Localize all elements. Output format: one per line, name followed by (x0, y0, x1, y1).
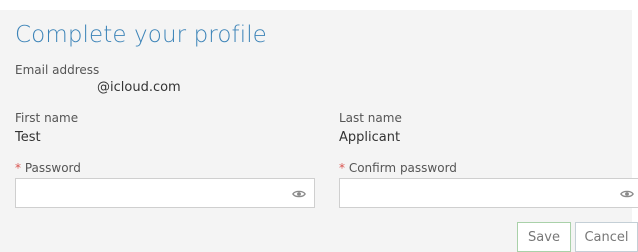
password-label-text: Password (24, 161, 81, 175)
password-input[interactable] (16, 179, 314, 207)
required-marker: * (339, 161, 345, 175)
password-field[interactable] (15, 178, 315, 208)
last-name-value: Applicant (339, 130, 401, 145)
required-marker: * (15, 161, 21, 175)
confirm-password-label-text: Confirm password (348, 161, 457, 175)
email-value: @icloud.com (97, 80, 181, 95)
first-name-label: First name (15, 111, 79, 125)
confirm-password-field[interactable] (339, 178, 638, 208)
confirm-password-input[interactable] (340, 179, 638, 207)
cancel-button[interactable]: Cancel (575, 222, 638, 252)
page-title: Complete your profile (15, 22, 267, 48)
last-name-label: Last name (339, 111, 402, 125)
email-label: Email address (15, 63, 100, 77)
confirm-password-label: * Confirm password (339, 161, 457, 175)
eye-icon[interactable] (292, 187, 306, 201)
password-label: * Password (15, 161, 81, 175)
save-button[interactable]: Save (517, 222, 571, 252)
eye-icon[interactable] (620, 187, 634, 201)
first-name-value: Test (15, 130, 41, 145)
